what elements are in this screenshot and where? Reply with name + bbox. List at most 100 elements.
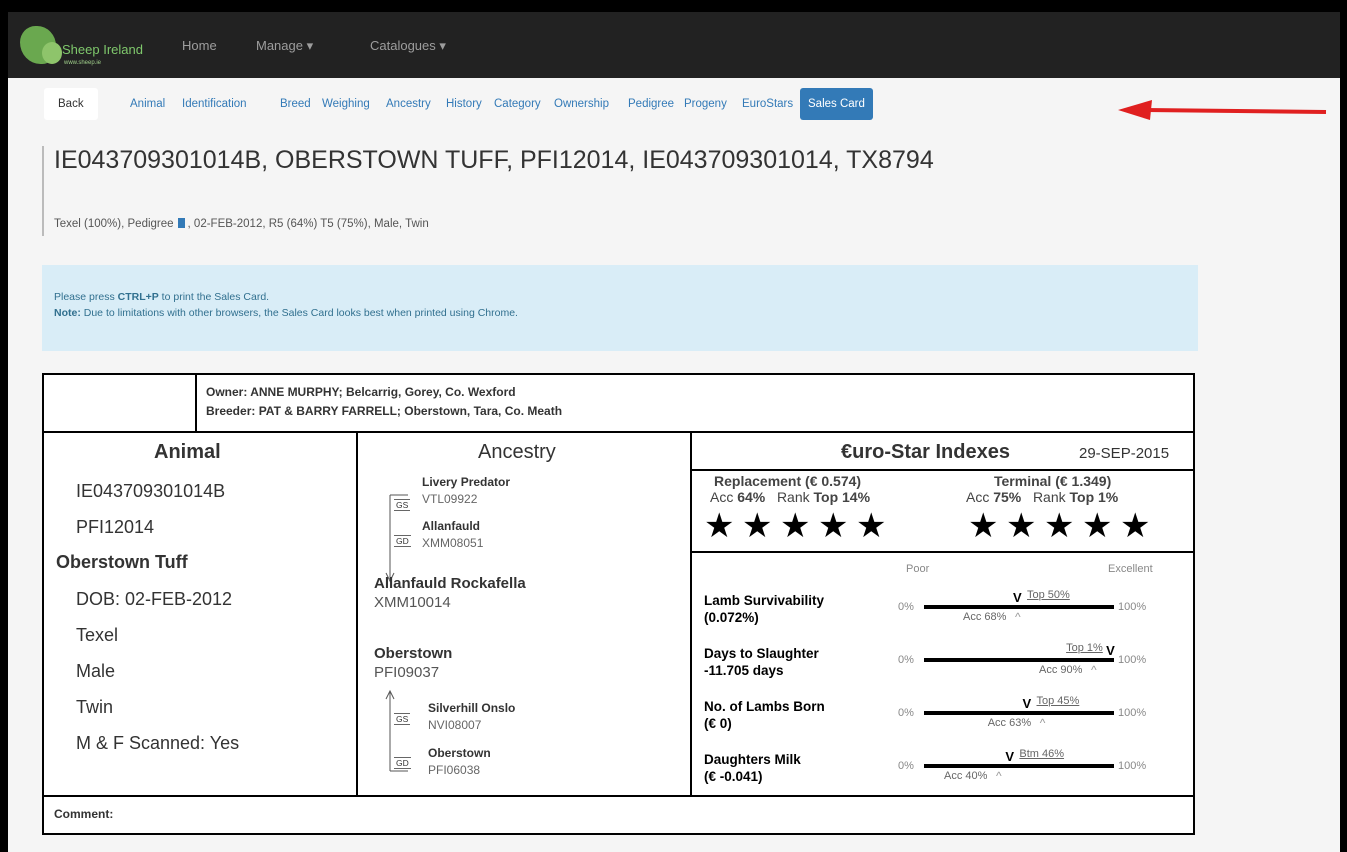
top-navbar: Sheep Ireland www.sheep.ie Home Manage ▾… bbox=[8, 12, 1340, 78]
min-percent: 0% bbox=[898, 707, 914, 719]
maternal-grandsire-code: NVI08007 bbox=[428, 718, 482, 732]
terminal-index: Terminal (€ 1.349) bbox=[994, 473, 1112, 489]
accuracy-marker: ^ bbox=[1015, 610, 1021, 624]
trait-value: -11.705 days bbox=[704, 663, 784, 678]
star-icon: ★ bbox=[968, 507, 999, 545]
trait-track bbox=[924, 605, 1114, 609]
tab-ownership[interactable]: Ownership bbox=[554, 88, 609, 120]
star-icon: ★ bbox=[704, 507, 735, 545]
max-percent: 100% bbox=[1118, 760, 1147, 772]
tab-ancestry[interactable]: Ancestry bbox=[386, 88, 431, 120]
animal-sex: Male bbox=[76, 661, 116, 681]
sheep-icon bbox=[42, 42, 62, 64]
sales-card: Owner: ANNE MURPHY; Belcarrig, Gorey, Co… bbox=[42, 373, 1195, 835]
trait-value: (€ -0.041) bbox=[704, 769, 763, 784]
rank-label: Top 1% bbox=[1066, 642, 1103, 654]
accuracy-marker: ^ bbox=[996, 769, 1002, 783]
animal-flock-number: PFI12014 bbox=[76, 517, 155, 537]
granddam-label-dam-side: GD bbox=[394, 757, 411, 769]
max-percent: 100% bbox=[1118, 707, 1147, 719]
tab-pedigree[interactable]: Pedigree bbox=[628, 88, 674, 120]
animal-breed: Texel bbox=[76, 625, 119, 645]
rank-label: Top 50% bbox=[1027, 589, 1070, 601]
maternal-grandsire-name: Silverhill Onslo bbox=[428, 701, 516, 715]
accuracy-label: Acc 90% bbox=[1039, 664, 1083, 676]
print-instruction: Please press CTRL+P to print the Sales C… bbox=[54, 291, 270, 303]
nav-catalogues[interactable]: Catalogues ▾ bbox=[370, 38, 446, 54]
trait-value: (€ 0) bbox=[704, 716, 732, 731]
browser-viewport: Sheep Ireland www.sheep.ie Home Manage ▾… bbox=[8, 12, 1340, 852]
max-percent: 100% bbox=[1118, 654, 1147, 666]
tab-sales-card[interactable]: Sales Card bbox=[800, 88, 873, 120]
dam-code: PFI09037 bbox=[374, 664, 440, 681]
breeder-info: Breeder: PAT & BARRY FARRELL; Oberstown,… bbox=[206, 404, 563, 418]
star-icon: ★ bbox=[1044, 507, 1075, 545]
owner-row-divider bbox=[44, 431, 1193, 433]
rank-marker: V bbox=[1013, 590, 1022, 605]
maternal-granddam-code: PFI06038 bbox=[428, 763, 481, 777]
bookmark-icon bbox=[177, 218, 185, 228]
browser-note: Note: Due to limitations with other brow… bbox=[54, 307, 518, 319]
accuracy-marker: ^ bbox=[1039, 716, 1046, 730]
ancestry-eurostar-divider bbox=[690, 431, 692, 795]
trait-name: Lamb Survivability bbox=[704, 593, 825, 608]
sheep-ireland-logo[interactable]: Sheep Ireland www.sheep.ie bbox=[16, 20, 146, 72]
print-info-alert: Please press CTRL+P to print the Sales C… bbox=[42, 265, 1198, 351]
accuracy-label: Acc 63% bbox=[987, 717, 1032, 729]
eurostar-date: 29-SEP-2015 bbox=[1079, 445, 1170, 462]
red-arrow-annotation bbox=[1118, 100, 1327, 120]
animal-scanned: M & F Scanned: Yes bbox=[76, 733, 240, 753]
poor-label: Poor bbox=[906, 563, 930, 575]
rank-label: Top 45% bbox=[1036, 695, 1080, 707]
nav-home[interactable]: Home bbox=[182, 38, 217, 53]
tab-progeny[interactable]: Progeny bbox=[684, 88, 727, 120]
summary-details: , 02-FEB-2012, R5 (64%) T5 (75%), Male, … bbox=[187, 218, 429, 230]
granddam-code: XMM08051 bbox=[422, 536, 484, 550]
tab-history[interactable]: History bbox=[446, 88, 482, 120]
trait-track bbox=[924, 711, 1114, 715]
min-percent: 0% bbox=[898, 760, 914, 772]
trait-name: No. of Lambs Born bbox=[704, 699, 825, 714]
star-icon: ★ bbox=[742, 507, 773, 545]
star-icon: ★ bbox=[1006, 507, 1037, 545]
min-percent: 0% bbox=[898, 654, 914, 666]
star-icon: ★ bbox=[780, 507, 811, 545]
animal-name: Oberstown Tuff bbox=[56, 552, 188, 572]
grandsire-label-dam-side: GS bbox=[394, 713, 411, 725]
owner-info: Owner: ANNE MURPHY; Belcarrig, Gorey, Co… bbox=[206, 385, 516, 399]
rank-marker: V bbox=[1106, 643, 1115, 658]
granddam-label: GD bbox=[394, 535, 411, 547]
accuracy-label: Acc 40% bbox=[944, 770, 988, 782]
tab-identification[interactable]: Identification bbox=[182, 88, 247, 120]
tab-animal[interactable]: Animal bbox=[130, 88, 165, 120]
tab-breed[interactable]: Breed bbox=[280, 88, 311, 120]
terminal-accuracy: Acc 75% Rank Top 1% bbox=[966, 489, 1119, 505]
tab-category[interactable]: Category bbox=[494, 88, 541, 120]
nav-manage[interactable]: Manage ▾ bbox=[256, 38, 313, 54]
dam-name: Oberstown bbox=[374, 645, 453, 662]
summary-breed: Texel (100%), Pedigree bbox=[54, 218, 174, 230]
star-icon: ★ bbox=[1082, 507, 1113, 545]
back-button[interactable]: Back bbox=[44, 88, 98, 120]
max-percent: 100% bbox=[1118, 601, 1147, 613]
tab-weighing[interactable]: Weighing bbox=[322, 88, 370, 120]
rank-marker: V bbox=[1022, 696, 1032, 711]
page-title: IE043709301014B, OBERSTOWN TUFF, PFI1201… bbox=[54, 146, 934, 174]
animal-ancestry-divider bbox=[356, 431, 358, 795]
sire-code: XMM10014 bbox=[374, 594, 451, 611]
tab-eurostars[interactable]: EuroStars bbox=[742, 88, 793, 120]
grandsire-label: GS bbox=[394, 499, 411, 511]
trait-track bbox=[924, 658, 1114, 662]
animal-dob: DOB: 02-FEB-2012 bbox=[76, 589, 233, 609]
brand-url: www.sheep.ie bbox=[64, 60, 102, 66]
accuracy-marker: ^ bbox=[1091, 663, 1097, 677]
ancestry-heading: Ancestry bbox=[478, 441, 556, 463]
accuracy-label: Acc 68% bbox=[963, 611, 1007, 623]
animal-heading: Animal bbox=[154, 441, 221, 463]
replacement-index: Replacement (€ 0.574) bbox=[714, 473, 862, 489]
star-icon: ★ bbox=[1120, 507, 1151, 545]
rank-marker: V bbox=[1005, 749, 1015, 764]
min-percent: 0% bbox=[898, 601, 914, 613]
eurostar-heading-divider bbox=[690, 469, 1193, 471]
brand-name: Sheep Ireland bbox=[62, 42, 143, 57]
